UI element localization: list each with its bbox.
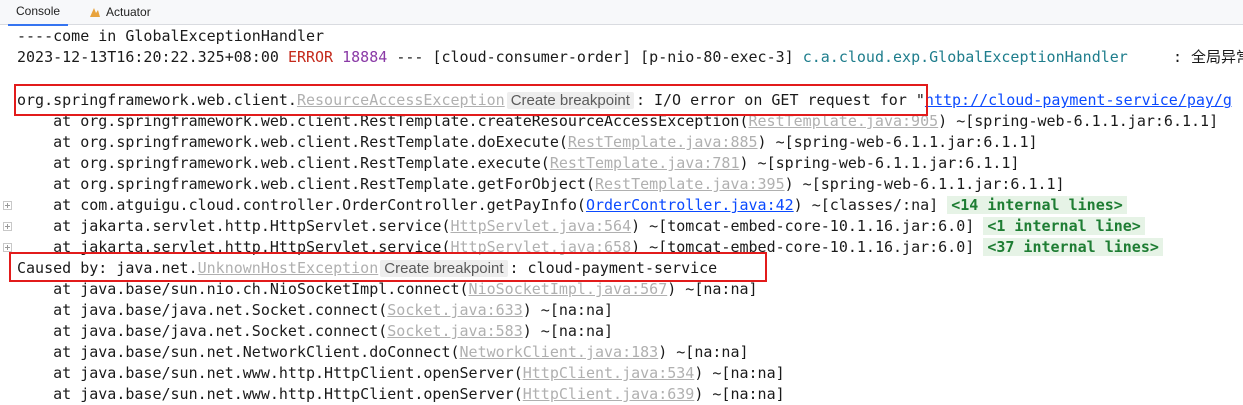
- fold-expand-icon[interactable]: [3, 243, 12, 252]
- actuator-icon: [90, 8, 100, 17]
- console-gutter: [0, 25, 16, 405]
- exception-line: org.springframework.web.client.ResourceA…: [17, 91, 1232, 109]
- console-output: ----come in GlobalExceptionHandler 2023-…: [17, 25, 1243, 405]
- source-link[interactable]: NioSocketImpl.java:567: [469, 280, 668, 298]
- log-line: ----come in GlobalExceptionHandler: [17, 27, 325, 45]
- caused-by-line: Caused by: java.net.UnknownHostException…: [17, 259, 718, 277]
- stack-trace-line: at org.springframework.web.client.RestTe…: [17, 175, 1065, 193]
- source-link[interactable]: OrderController.java:42: [586, 196, 794, 214]
- log-timestamp: 2023-12-13T16:20:22.325+08:00: [17, 48, 279, 66]
- create-breakpoint-button[interactable]: Create breakpoint: [506, 92, 634, 109]
- stack-trace-line: at java.base/sun.nio.ch.NioSocketImpl.co…: [17, 280, 758, 298]
- internal-lines-toggle[interactable]: <14 internal lines>: [947, 196, 1127, 214]
- exception-class-link[interactable]: ResourceAccessException: [297, 91, 505, 109]
- tab-console-label: Console: [16, 4, 61, 18]
- source-link[interactable]: RestTemplate.java:885: [568, 133, 758, 151]
- source-link[interactable]: NetworkClient.java:183: [460, 343, 659, 361]
- stack-trace-line: at java.base/java.net.Socket.connect(Soc…: [17, 322, 614, 340]
- fold-expand-icon[interactable]: [3, 201, 12, 210]
- log-thread: [p-nio-80-exec-3]: [640, 48, 794, 66]
- source-link[interactable]: RestTemplate.java:781: [550, 154, 740, 172]
- request-url-link[interactable]: http://cloud-payment-service/pay/g: [925, 91, 1232, 109]
- source-link[interactable]: RestTemplate.java:395: [595, 175, 785, 193]
- stack-trace-line: at org.springframework.web.client.RestTe…: [17, 112, 1219, 130]
- log-app: [cloud-consumer-order]: [432, 48, 632, 66]
- source-link[interactable]: HttpClient.java:639: [523, 385, 695, 403]
- tab-actuator-label: Actuator: [106, 5, 151, 19]
- fold-expand-icon[interactable]: [3, 222, 12, 231]
- tab-console[interactable]: Console: [8, 0, 69, 26]
- tab-actuator[interactable]: Actuator: [84, 0, 155, 24]
- stack-trace-line: at java.base/sun.net.NetworkClient.doCon…: [17, 343, 749, 361]
- log-level: ERROR: [287, 48, 334, 66]
- caused-by-class-link[interactable]: UnknownHostException: [198, 259, 379, 277]
- log-message: : 全局异常: [1172, 48, 1243, 66]
- stack-trace-line: at jakarta.servlet.http.HttpServlet.serv…: [17, 216, 1145, 236]
- log-logger[interactable]: c.a.cloud.exp.GlobalExceptionHandler: [803, 48, 1128, 66]
- source-link[interactable]: HttpServlet.java:658: [450, 238, 631, 256]
- log-pid: 18884: [342, 48, 388, 66]
- create-breakpoint-button[interactable]: Create breakpoint: [380, 260, 508, 277]
- stack-trace-line: at jakarta.servlet.http.HttpServlet.serv…: [17, 237, 1163, 257]
- source-link[interactable]: RestTemplate.java:905: [749, 112, 939, 130]
- stack-trace-line: at java.base/sun.net.www.http.HttpClient…: [17, 385, 785, 403]
- source-link[interactable]: Socket.java:583: [387, 322, 522, 340]
- stack-trace-line: at org.springframework.web.client.RestTe…: [17, 133, 1038, 151]
- source-link[interactable]: HttpServlet.java:564: [450, 217, 631, 235]
- source-link[interactable]: HttpClient.java:534: [523, 364, 695, 382]
- log-line-error: 2023-12-13T16:20:22.325+08:00 ERROR 1888…: [17, 47, 1243, 67]
- stack-trace-line: at java.base/java.net.Socket.connect(Soc…: [17, 301, 614, 319]
- internal-lines-toggle[interactable]: <37 internal lines>: [983, 238, 1163, 256]
- stack-trace-line: at java.base/sun.net.www.http.HttpClient…: [17, 364, 785, 382]
- stack-trace-line: at com.atguigu.cloud.controller.OrderCon…: [17, 195, 1127, 215]
- internal-lines-toggle[interactable]: <1 internal line>: [983, 217, 1145, 235]
- source-link[interactable]: Socket.java:633: [387, 301, 522, 319]
- tool-window-tabbar: Console Actuator: [0, 0, 1243, 26]
- stack-trace-line: at org.springframework.web.client.RestTe…: [17, 154, 1020, 172]
